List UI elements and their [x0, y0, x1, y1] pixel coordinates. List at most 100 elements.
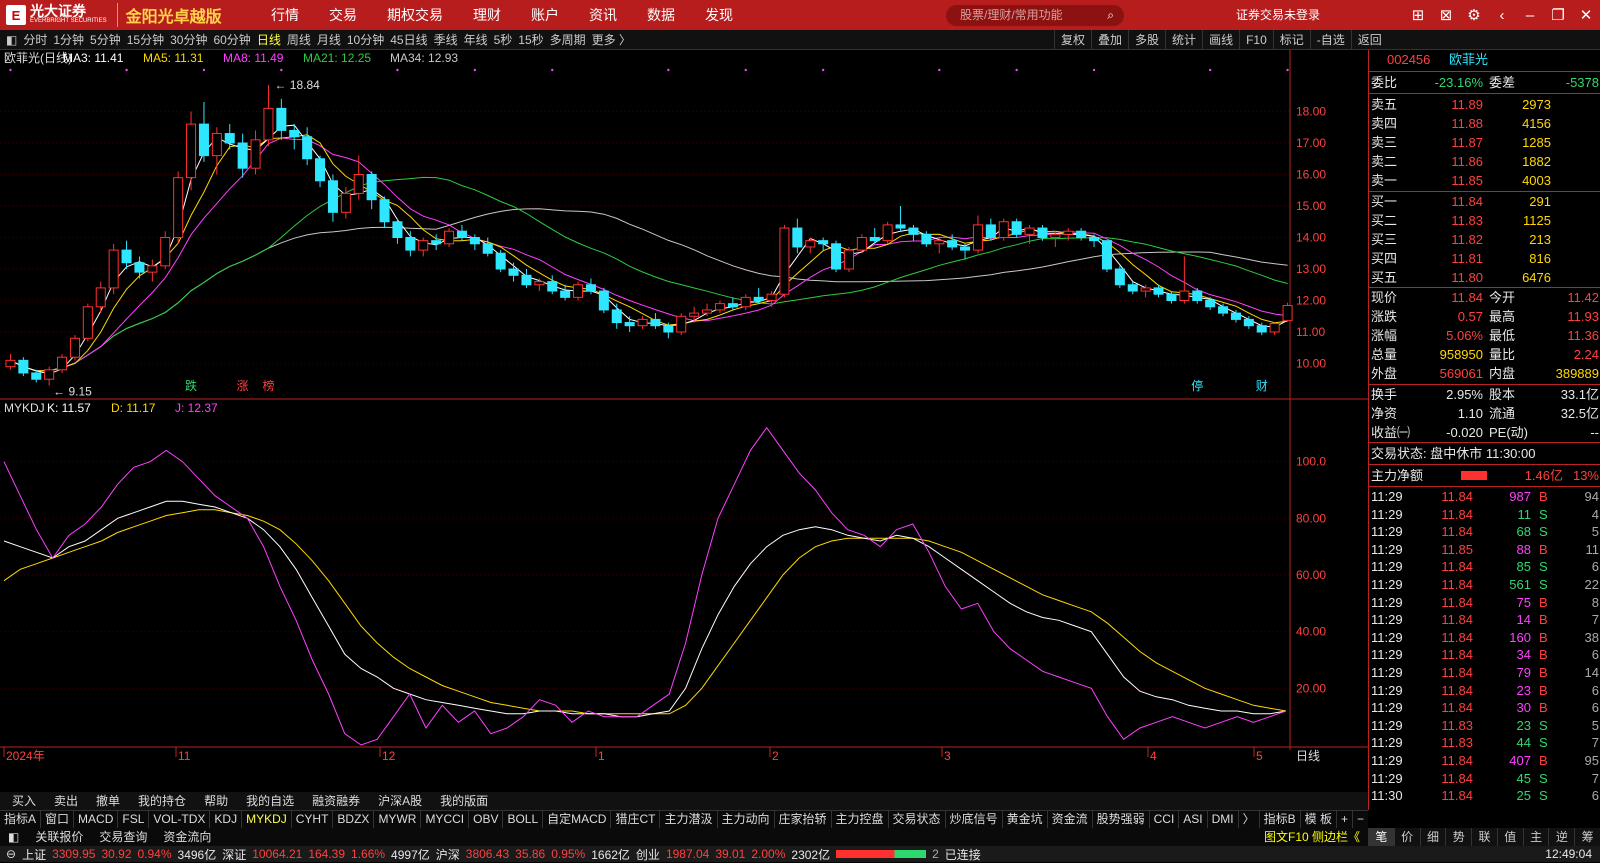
chart-tool-button[interactable]: 标记 [1272, 30, 1310, 50]
indicator-tab[interactable]: 炒底信号 [946, 811, 1003, 828]
f10-icon[interactable]: ⊠ [1432, 6, 1460, 24]
action-button[interactable]: 我的自选 [246, 792, 294, 810]
indicator-tab[interactable]: ASI [1179, 811, 1208, 828]
period-tab[interactable]: 15秒 [518, 31, 543, 48]
side-tab[interactable]: 价 [1393, 828, 1420, 846]
period-tab[interactable]: 5秒 [494, 31, 513, 48]
period-tab[interactable]: 60分钟 [213, 31, 250, 48]
period-tab[interactable]: 更多 〉 [592, 31, 631, 48]
index-name[interactable]: 创业 [636, 846, 660, 863]
search-icon[interactable]: ⌕ [1107, 5, 1114, 26]
windows-grid-icon[interactable]: ⊞ [1404, 6, 1432, 24]
indicator-tab[interactable]: 指标A [0, 811, 42, 828]
indicator-tab[interactable]: 猎庄CT [611, 811, 661, 828]
restore-icon[interactable]: ❐ [1544, 6, 1572, 24]
period-tab[interactable]: 10分钟 [347, 31, 384, 48]
period-tab[interactable]: 15分钟 [127, 31, 164, 48]
indicator-tab[interactable]: 指标B [1260, 811, 1301, 828]
indicator-tab[interactable]: 黄金坑 [1003, 811, 1048, 828]
period-tab[interactable]: 分时 [23, 31, 47, 48]
indicator-tab[interactable]: MYKDJ [242, 811, 292, 828]
indicator-tab[interactable]: FSL [118, 811, 150, 828]
chart-tool-button[interactable]: 返回 [1350, 30, 1388, 50]
indicator-tab[interactable]: + [1337, 811, 1354, 828]
chart-tool-button[interactable]: 画线 [1202, 30, 1239, 50]
menu-icon[interactable]: ⊖ [6, 847, 16, 861]
side-tab[interactable]: 筹 [1574, 828, 1600, 846]
period-tab[interactable]: 多周期 [550, 31, 586, 48]
kline-chart[interactable]: 18.00 17.00 16.00 15.00 14.00 13.00 12.00 11.00… [0, 50, 1368, 800]
side-tab[interactable]: 笔 [1368, 828, 1394, 846]
period-tab[interactable]: 1分钟 [53, 31, 84, 48]
indicator-tab[interactable]: 〉 [1239, 811, 1260, 828]
topnav-item[interactable]: 理财 [473, 5, 501, 25]
close-icon[interactable]: ✕ [1572, 6, 1600, 24]
topnav-item[interactable]: 账户 [531, 5, 559, 25]
index-name[interactable]: 沪深 [436, 846, 460, 863]
indicator-tab[interactable]: BDZX [333, 811, 375, 828]
panel-toggle-icon[interactable]: ◧ [6, 33, 17, 47]
action-button[interactable]: 沪深A股 [378, 792, 422, 810]
topnav-item[interactable]: 资讯 [589, 5, 617, 25]
indicator-tab[interactable]: 自定MACD [543, 811, 612, 828]
indicator-tab[interactable]: CCI [1150, 811, 1180, 828]
indicator-tab[interactable]: MYWR [374, 811, 422, 828]
link-tab[interactable]: 交易查询 [91, 828, 155, 846]
indicator-tab[interactable]: BOLL [503, 811, 544, 828]
period-tab[interactable]: 周线 [287, 31, 311, 48]
chart-tool-button[interactable]: 复权 [1054, 30, 1091, 50]
action-button[interactable]: 撤单 [96, 792, 120, 810]
indicator-tab[interactable]: 主力潜汲 [660, 811, 718, 828]
action-button[interactable]: 我的持仓 [138, 792, 186, 810]
minimize-icon[interactable]: – [1516, 7, 1544, 24]
action-button[interactable]: 卖出 [54, 792, 78, 810]
indicator-tab[interactable]: 主力控盘 [832, 811, 889, 828]
action-button[interactable]: 融资融券 [312, 792, 360, 810]
period-tab[interactable]: 季线 [434, 31, 458, 48]
indicator-tab[interactable]: 资金流 [1048, 811, 1093, 828]
indicator-tab[interactable]: OBV [469, 811, 504, 828]
side-tab[interactable]: 联 [1471, 828, 1497, 846]
topnav-item[interactable]: 行情 [271, 5, 299, 25]
login-status[interactable]: 证券交易未登录 [1236, 0, 1320, 30]
indicator-tab[interactable]: VOL-TDX [149, 811, 211, 828]
indicator-tab[interactable]: 庄家抬轿 [775, 811, 832, 828]
indicator-tab[interactable]: − [1353, 811, 1368, 828]
link-tab[interactable]: 资金流向 [155, 828, 219, 846]
indicator-tab[interactable]: 股势强弱 [1093, 811, 1150, 828]
topnav-item[interactable]: 交易 [329, 5, 357, 25]
side-tab[interactable]: 逆 [1548, 828, 1574, 846]
indicator-tab[interactable]: MACD [74, 811, 119, 828]
action-button[interactable]: 帮助 [204, 792, 228, 810]
indicator-tab[interactable]: 窗口 [41, 811, 75, 828]
link-tab[interactable]: 关联报价 [27, 828, 91, 846]
side-tab[interactable]: 主 [1522, 828, 1549, 846]
indicator-tab[interactable]: CYHT [292, 811, 334, 828]
chart-tool-button[interactable]: F10 [1239, 30, 1273, 50]
chart-tool-button[interactable]: -自选 [1309, 30, 1351, 50]
side-tab[interactable]: 细 [1419, 828, 1446, 846]
action-button[interactable]: 买入 [12, 792, 36, 810]
period-tab[interactable]: 月线 [317, 31, 341, 48]
chart-tool-button[interactable]: 叠加 [1091, 30, 1128, 50]
panel-toggle-icon[interactable]: ◧ [0, 828, 27, 846]
period-tab[interactable]: 年线 [464, 31, 488, 48]
index-name[interactable]: 深证 [222, 846, 246, 863]
gear-icon[interactable]: ⚙ [1460, 6, 1488, 24]
action-button[interactable]: 我的版面 [440, 792, 488, 810]
indicator-tab[interactable]: 交易状态 [889, 811, 946, 828]
side-tab[interactable]: 势 [1445, 828, 1471, 846]
indicator-tab[interactable]: 主力动向 [718, 811, 775, 828]
indicator-tab[interactable]: 模 板 [1301, 811, 1338, 828]
period-tab[interactable]: 45日线 [390, 31, 427, 48]
chart-tool-button[interactable]: 多股 [1128, 30, 1165, 50]
search-input[interactable]: 股票/理财/常用功能 ⌕ [946, 5, 1124, 26]
index-name[interactable]: 上证 [22, 846, 46, 863]
indicator-tab[interactable]: KDJ [210, 811, 243, 828]
period-tab[interactable]: 30分钟 [170, 31, 207, 48]
f10-sidebar-link[interactable]: 图文F10 侧边栏《 [1256, 828, 1368, 846]
topnav-item[interactable]: 期权交易 [387, 5, 443, 25]
period-tab[interactable]: 日线 [257, 31, 281, 48]
period-tab[interactable]: 5分钟 [90, 31, 121, 48]
indicator-tab[interactable]: DMI [1208, 811, 1239, 828]
